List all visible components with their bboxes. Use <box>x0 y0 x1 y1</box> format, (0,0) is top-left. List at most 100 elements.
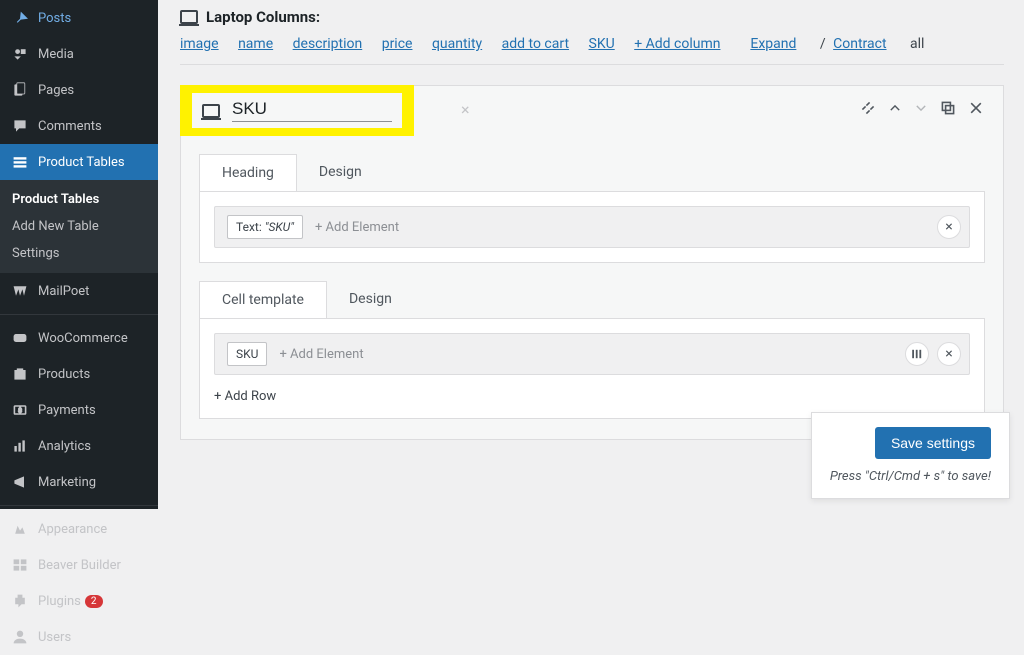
sidebar-item-mailpoet[interactable]: MailPoet <box>0 273 158 309</box>
add-element-link[interactable]: + Add Element <box>279 347 363 362</box>
sidebar-label: Products <box>38 367 90 382</box>
tab-cell-design[interactable]: Design <box>327 281 414 318</box>
marketing-icon <box>10 472 30 492</box>
sidebar-item-plugins[interactable]: Plugins 2 <box>0 583 158 619</box>
products-icon <box>10 364 30 384</box>
column-title-input-wrap: × <box>232 99 392 122</box>
comment-icon <box>10 116 30 136</box>
move-up-icon[interactable] <box>888 101 902 115</box>
tab-design[interactable]: Design <box>297 154 384 191</box>
sidebar-item-posts[interactable]: Posts <box>0 0 158 36</box>
text-element-chip[interactable]: Text: "SKU" <box>227 215 303 239</box>
sidebar-label: Posts <box>38 11 71 26</box>
row-close-icon[interactable]: × <box>937 342 961 366</box>
col-link-description[interactable]: description <box>293 36 363 52</box>
sidebar-label: Comments <box>38 119 102 134</box>
sidebar-label: Analytics <box>38 439 91 454</box>
col-link-quantity[interactable]: quantity <box>432 36 482 52</box>
add-element-link[interactable]: + Add Element <box>315 220 399 235</box>
media-icon <box>10 44 30 64</box>
appearance-icon <box>10 519 30 539</box>
close-icon[interactable] <box>968 100 984 116</box>
laptop-icon <box>202 104 220 118</box>
column-links: image name description price quantity ad… <box>180 36 1004 52</box>
sidebar-label: WooCommerce <box>38 331 128 346</box>
sidebar-item-analytics[interactable]: Analytics <box>0 428 158 464</box>
move-down-icon[interactable] <box>914 101 928 115</box>
plugins-icon <box>10 591 30 611</box>
heading-content: Text: "SKU" + Add Element × <box>199 191 985 263</box>
users-icon <box>10 627 30 647</box>
sidebar-label: Plugins <box>38 594 81 609</box>
column-title-input[interactable] <box>232 99 453 119</box>
sidebar-item-users[interactable]: Users <box>0 619 158 655</box>
highlight-inner: × <box>192 93 402 128</box>
cell-tabs: Cell template Design <box>199 281 985 318</box>
mailpoet-icon <box>10 281 30 301</box>
sidebar-item-beaver-builder[interactable]: Beaver Builder <box>0 547 158 583</box>
tab-cell-template[interactable]: Cell template <box>199 281 327 318</box>
sidebar-item-product-tables[interactable]: Product Tables <box>0 144 158 180</box>
collapse-icon[interactable] <box>860 100 876 116</box>
sidebar-label: Media <box>38 47 74 62</box>
columns-title-text: Laptop Columns: <box>206 8 320 26</box>
sidebar-item-comments[interactable]: Comments <box>0 108 158 144</box>
columns-title: Laptop Columns: <box>180 8 1004 26</box>
save-settings-button[interactable]: Save settings <box>875 427 991 459</box>
separator: / <box>820 36 826 52</box>
sidebar-label: MailPoet <box>38 284 89 299</box>
sidebar-separator <box>0 314 158 315</box>
sidebar-item-pages[interactable]: Pages <box>0 72 158 108</box>
all-text: all <box>910 36 924 52</box>
submenu-product-tables[interactable]: Product Tables <box>0 186 158 213</box>
submenu-add-new[interactable]: Add New Table <box>0 213 158 240</box>
col-link-sku[interactable]: SKU <box>589 36 615 52</box>
col-link-add-to-cart[interactable]: add to cart <box>502 36 569 52</box>
sku-element-chip[interactable]: SKU <box>227 342 267 366</box>
save-panel: Save settings Press "Ctrl/Cmd + s" to sa… <box>811 412 1010 499</box>
row-settings-icon[interactable] <box>905 342 929 366</box>
sidebar-item-payments[interactable]: $ Payments <box>0 392 158 428</box>
cell-content: SKU + Add Element × + Add Row <box>199 318 985 419</box>
sidebar-item-woocommerce[interactable]: WooCommerce <box>0 320 158 356</box>
duplicate-icon[interactable] <box>940 100 956 116</box>
sidebar-item-marketing[interactable]: Marketing <box>0 464 158 500</box>
svg-text:$: $ <box>18 406 22 414</box>
admin-sidebar: Posts Media Pages Comments Product Table… <box>0 0 158 509</box>
analytics-icon <box>10 436 30 456</box>
sidebar-label: Pages <box>38 83 74 98</box>
sidebar-label: Payments <box>38 403 96 418</box>
sidebar-label: Users <box>38 630 71 645</box>
main-content: Laptop Columns: image name description p… <box>160 0 1024 440</box>
columns-header: Laptop Columns: image name description p… <box>180 0 1004 65</box>
cell-section: Cell template Design SKU + Add Element ×… <box>199 281 985 419</box>
element-row: Text: "SKU" + Add Element × <box>214 206 970 248</box>
pages-icon <box>10 80 30 100</box>
sidebar-item-products[interactable]: Products <box>0 356 158 392</box>
tab-heading[interactable]: Heading <box>199 154 297 191</box>
clear-icon[interactable]: × <box>461 100 470 119</box>
submenu: Product Tables Add New Table Settings <box>0 180 158 273</box>
heading-tabs: Heading Design <box>199 154 985 191</box>
heading-section: Heading Design Text: "SKU" + Add Element… <box>199 154 985 263</box>
sidebar-label: Beaver Builder <box>38 558 121 573</box>
payments-icon: $ <box>10 400 30 420</box>
pin-icon <box>10 8 30 28</box>
add-column-link[interactable]: + Add column <box>634 36 720 52</box>
plugin-update-badge: 2 <box>85 595 103 608</box>
sidebar-item-media[interactable]: Media <box>0 36 158 72</box>
submenu-settings[interactable]: Settings <box>0 240 158 267</box>
col-link-image[interactable]: image <box>180 36 219 52</box>
sidebar-label: Appearance <box>38 522 107 537</box>
sidebar-item-appearance[interactable]: Appearance <box>0 511 158 547</box>
add-row-link[interactable]: + Add Row <box>214 389 276 404</box>
contract-link[interactable]: Contract <box>833 36 886 52</box>
expand-link[interactable]: Expand <box>750 36 796 52</box>
sidebar-label: Marketing <box>38 475 96 490</box>
panel-toolbar <box>860 100 984 116</box>
col-link-name[interactable]: name <box>238 36 273 52</box>
sidebar-separator <box>0 505 158 506</box>
woocommerce-icon <box>10 328 30 348</box>
col-link-price[interactable]: price <box>382 36 413 52</box>
row-close-icon[interactable]: × <box>937 215 961 239</box>
